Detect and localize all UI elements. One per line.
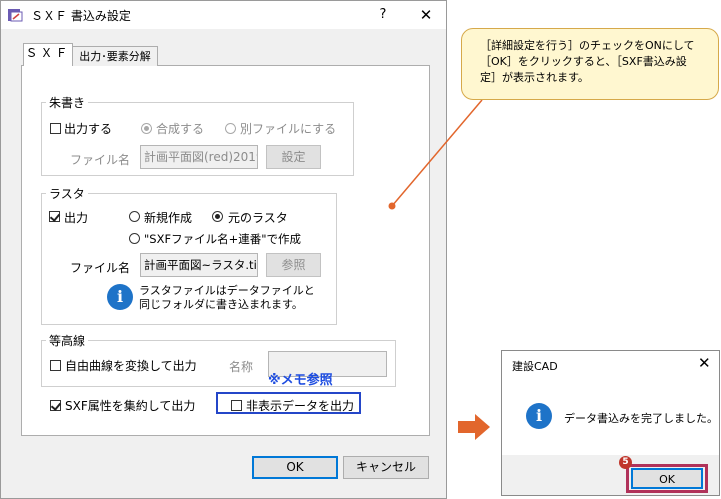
info-icon: i	[526, 403, 552, 429]
callout-line2: ［OK］をクリックすると、［SXF書込み設	[480, 55, 687, 68]
popup-ok-button[interactable]: OK	[631, 468, 703, 489]
callout-line3: 定］が表示されます。	[480, 71, 589, 84]
completion-dialog: 建設CAD ✕ i データ書込みを完了しました。 OK 5	[501, 350, 720, 496]
step-badge: 5	[619, 456, 632, 469]
right-arrow-icon	[458, 414, 490, 440]
popup-title: 建設CAD	[512, 360, 558, 373]
popup-close-button[interactable]: ✕	[698, 354, 711, 372]
callout-box: ［詳細設定を行う］のチェックをONにして ［OK］をクリックすると、［SXF書込…	[461, 28, 719, 100]
tab-sxf[interactable]: ＳＸＦ	[23, 43, 73, 66]
popup-message: データ書込みを完了しました。	[564, 412, 718, 425]
callout-line1: ［詳細設定を行う］のチェックをONにして	[480, 39, 695, 52]
